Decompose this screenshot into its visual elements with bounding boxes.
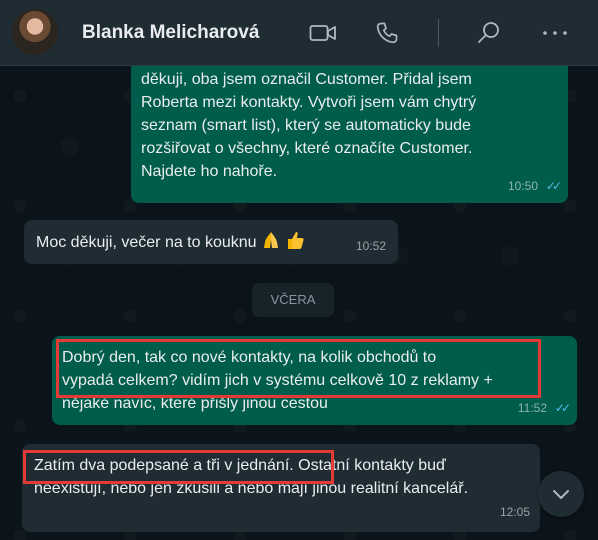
message-line: děkuji, oba jsem označil Customer. Přida… [141,71,472,88]
outgoing-message-bubble[interactable]: děkuji, oba jsem označil Customer. Přida… [131,66,568,203]
voice-call-icon[interactable] [372,18,402,48]
day-separator: VČERA [252,283,334,317]
message-time: 11:52 [517,401,547,415]
chevron-down-icon [553,490,569,499]
contact-avatar[interactable] [12,9,58,55]
message-time: 10:52 [355,239,386,253]
message-line: rozšiřovat o všechny, které označíte Cus… [141,140,473,157]
message-text: Moc děkuji, večer na to kouknu [36,234,257,251]
message-time: 12:05 [499,505,530,519]
contact-name[interactable]: Blanka Melicharová [82,22,259,44]
message-time: 10:50 [507,179,538,193]
read-receipt-icon: ✓✓ [554,401,571,415]
incoming-message-bubble[interactable]: Moc děkuji, večer na to kouknu 10:52 [24,220,398,264]
video-call-icon[interactable] [308,18,338,48]
scroll-to-bottom-button[interactable] [538,471,584,517]
message-line: Roberta mezi kontakty. Vytvoři jsem vám … [141,94,477,111]
folded-hands-emoji [261,230,281,250]
search-icon[interactable] [474,18,504,48]
chat-messages-area[interactable]: děkuji, oba jsem označil Customer. Přida… [0,66,598,540]
read-receipt-icon: ✓✓ [545,179,562,193]
chat-header: Blanka Melicharová [0,0,598,66]
thumbs-up-emoji [285,230,305,250]
annotation-highlight-box [56,339,541,398]
annotation-highlight-box [23,450,334,484]
header-divider [438,19,439,47]
message-line: Najdete ho nahoře. [141,163,278,180]
menu-icon[interactable] [540,18,570,48]
message-line: seznam (smart list), který se automatick… [141,117,471,134]
